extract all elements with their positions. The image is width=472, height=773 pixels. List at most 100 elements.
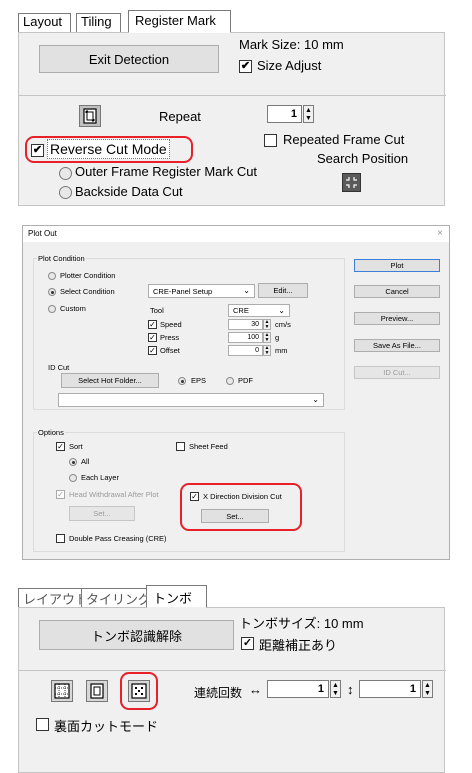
plot-button[interactable]: Plot [354,259,440,272]
tab-register-mark[interactable]: Register Mark [128,10,231,33]
backside-data-cut-label: Backside Data Cut [75,184,183,199]
speed-label: Speed [160,320,182,329]
condition-select[interactable]: CRE-Panel Setup ⌄ [148,284,255,298]
set-button-disabled[interactable]: Set... [69,506,135,521]
highlight-dot-grid [120,672,158,710]
press-spinner[interactable]: ▲ ▼ [263,332,271,343]
eps-label: EPS [191,376,207,385]
chevron-down-icon: ⌄ [278,306,285,315]
chevron-down-icon: ⌄ [312,395,319,404]
save-as-file-button[interactable]: Save As File... [354,339,440,352]
select-condition-radio[interactable] [48,288,56,296]
repeat-spinner[interactable]: ▲ ▼ [303,105,314,123]
cancel-button[interactable]: Cancel [354,285,440,298]
reverse-cut-mode-checkbox-ja[interactable] [36,718,49,731]
select-condition-label: Select Condition [60,287,115,296]
vertical-count-spinner[interactable]: ▲ ▼ [422,680,433,698]
chevron-down-icon: ⌄ [243,286,250,295]
each-layer-label: Each Layer [81,473,119,482]
pdf-radio[interactable] [226,377,234,385]
offset-spinner[interactable]: ▲ ▼ [263,345,271,356]
exit-detection-button-ja[interactable]: トンボ認識解除 [39,620,234,650]
section-divider-ja [19,670,446,671]
repeated-frame-cut-label: Repeated Frame Cut [283,132,405,147]
tool-label: Tool [150,306,164,315]
press-checkbox[interactable]: ✓ [148,333,157,342]
register-mark-type-icon-ja[interactable] [86,680,108,702]
tab-layout[interactable]: Layout [18,13,72,33]
size-adjust-checkbox[interactable]: ✔ [239,60,252,73]
custom-radio[interactable] [48,305,56,313]
each-layer-radio[interactable] [69,474,77,482]
distance-correction-checkbox[interactable]: ✓ [241,637,254,650]
tab-register-mark-ja[interactable]: トンボ [146,585,208,608]
horizontal-count-input[interactable]: 1 [267,680,329,698]
horizontal-arrow-icon: ↔ [249,682,262,697]
select-hot-folder-button[interactable]: Select Hot Folder... [61,373,159,388]
speed-spinner[interactable]: ▲ ▼ [263,319,271,330]
search-position-label: Search Position [317,151,409,166]
speed-checkbox[interactable]: ✓ [148,320,157,329]
repeat-input[interactable]: 1 [267,105,302,123]
plotter-condition-radio[interactable] [48,272,56,280]
plot-out-dialog: Plot Out × Plot Condition Plotter Condit… [22,225,450,560]
speed-unit: cm/s [275,320,291,329]
custom-label: Custom [60,304,86,313]
head-withdrawal-checkbox[interactable]: ✓ [56,490,65,499]
double-pass-checkbox[interactable] [56,534,65,543]
press-input[interactable]: 100 [228,332,263,343]
speed-input[interactable]: 30 [228,319,263,330]
register-mark-type-icon[interactable] [79,105,101,127]
dialog-titlebar: Plot Out × [23,226,449,242]
repeated-frame-cut-checkbox[interactable] [264,134,277,147]
sheet-feed-label: Sheet Feed [189,442,228,451]
vertical-count-input[interactable]: 1 [359,680,421,698]
register-mark-body-ja: トンボ認識解除 トンボサイズ: 10 mm ✓ 距離補正あり 連続回数 ↔ 1 … [18,607,446,773]
highlight-reverse-cut [25,136,193,163]
plotter-condition-label: Plotter Condition [60,271,116,280]
close-icon[interactable]: × [437,228,443,239]
options-label: Options [37,428,65,437]
dialog-title: Plot Out [28,229,57,238]
horizontal-count-spinner[interactable]: ▲ ▼ [330,680,341,698]
register-mark-panel-ja: レイアウト タイリング トンボ トンボ認識解除 トンボサイズ: 10 mm ✓ … [18,585,446,773]
all-label: All [81,457,90,466]
exit-detection-button[interactable]: Exit Detection [39,45,219,73]
section-divider [19,95,446,96]
outer-frame-label: Outer Frame Register Mark Cut [75,164,258,179]
register-mark-body: Exit Detection Mark Size: 10 mm ✔ Size A… [18,32,446,206]
offset-input[interactable]: 0 [228,345,263,356]
all-radio[interactable] [69,458,77,466]
pdf-label: PDF [238,376,253,385]
mark-size-label-ja: トンボサイズ: 10 mm [239,616,364,631]
double-pass-label: Double Pass Creasing (CRE) [69,534,167,543]
distance-correction-label: 距離補正あり [259,638,338,653]
tab-tiling[interactable]: Tiling [76,13,121,33]
outer-frame-radio[interactable] [59,167,72,180]
id-cut-button[interactable]: ID Cut... [354,366,440,379]
id-cut-label: ID Cut [48,363,70,372]
sheet-feed-checkbox[interactable] [176,442,185,451]
repeat-grid-icon[interactable] [51,680,73,702]
mark-size-label: Mark Size: 10 mm [239,37,344,52]
eps-radio[interactable] [178,377,186,385]
sort-label: Sort [69,442,83,451]
vertical-arrow-icon: ↕ [347,682,354,697]
reverse-cut-mode-label-ja: 裏面カットモード [54,719,159,734]
press-label: Press [160,333,180,342]
register-mark-panel-en: Layout Tiling Register Mark Exit Detecti… [18,10,446,206]
plot-condition-label: Plot Condition [37,254,86,263]
press-unit: g [275,333,280,342]
hot-folder-select[interactable]: ⌄ [58,393,324,407]
offset-unit: mm [275,346,288,355]
size-adjust-label: Size Adjust [257,58,322,73]
tool-select[interactable]: CRE ⌄ [228,304,290,317]
head-withdrawal-label: Head Withdrawal After Plot [69,490,159,499]
search-position-icon[interactable] [342,173,361,192]
backside-data-cut-radio[interactable] [59,186,72,199]
preview-button[interactable]: Preview... [354,312,440,325]
edit-button[interactable]: Edit... [258,283,308,298]
repeat-count-label: 連続回数 [194,686,243,700]
sort-checkbox[interactable]: ✓ [56,442,65,451]
offset-checkbox[interactable]: ✓ [148,346,157,355]
